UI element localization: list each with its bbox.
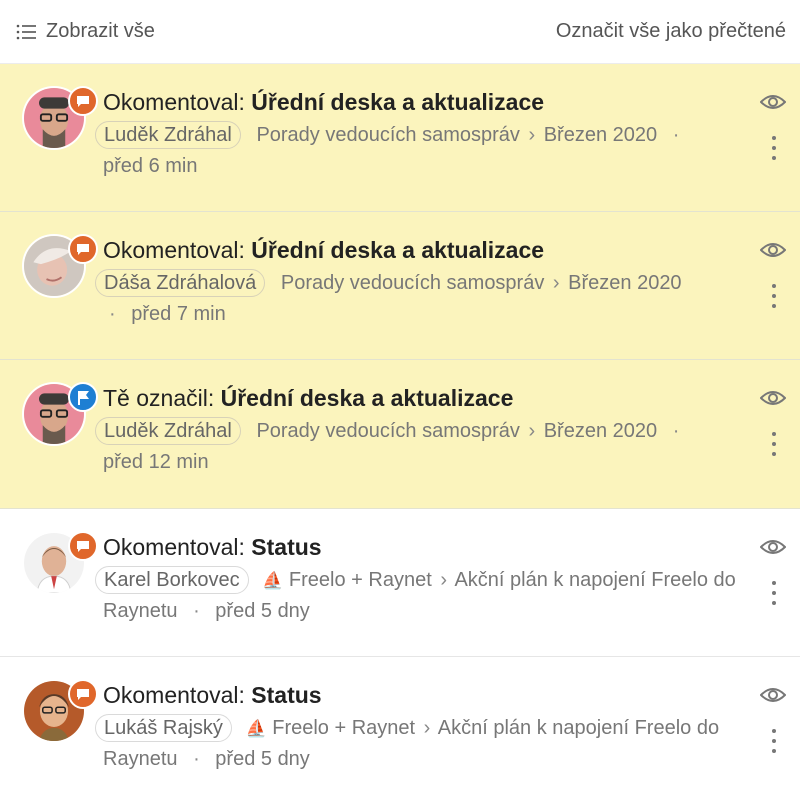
comment-icon xyxy=(77,688,89,700)
chevron-right-icon: › xyxy=(423,717,431,739)
sailboat-icon: ⛵ xyxy=(245,719,267,738)
action-text: Okomentoval: xyxy=(103,237,245,263)
notification-title[interactable]: Okomentoval: Úřední deska a aktualizace xyxy=(103,234,740,266)
more-options-icon[interactable] xyxy=(770,136,778,160)
mention-badge xyxy=(68,382,98,412)
notification-item[interactable]: Okomentoval: Úřední deska a aktualizace … xyxy=(0,212,800,360)
subject-text: Status xyxy=(251,534,322,560)
notification-content: Okomentoval: Status Lukáš Rajský ⛵ Freel… xyxy=(95,679,740,775)
action-text: Okomentoval: xyxy=(103,682,245,708)
flag-icon xyxy=(78,390,89,405)
action-text: Okomentoval: xyxy=(103,89,245,115)
notification-item[interactable]: Tě označil: Úřední deska a aktualizace L… xyxy=(0,360,800,509)
chevron-right-icon: › xyxy=(528,420,536,442)
eye-icon[interactable] xyxy=(760,388,786,408)
path-project[interactable]: Freelo + Raynet xyxy=(289,569,432,591)
author-chip[interactable]: Lukáš Rajský xyxy=(95,714,232,742)
notification-item[interactable]: Okomentoval: Status Lukáš Rajský ⛵ Freel… xyxy=(0,657,800,801)
author-chip[interactable]: Luděk Zdráhal xyxy=(95,121,241,149)
comment-badge xyxy=(68,86,98,116)
comment-icon xyxy=(77,243,89,255)
notification-meta: Luděk Zdráhal Porady vedoucích samospráv… xyxy=(95,416,740,478)
chevron-right-icon: › xyxy=(440,569,448,591)
notification-meta: Dáša Zdráhalová Porady vedoucích samospr… xyxy=(95,268,740,330)
avatar-wrap xyxy=(22,531,98,595)
notification-meta: Karel Borkovec ⛵ Freelo + Raynet › Akční… xyxy=(95,565,740,627)
more-options-icon[interactable] xyxy=(770,581,778,605)
list-icon xyxy=(16,24,36,39)
notification-content: Okomentoval: Status Karel Borkovec ⛵ Fre… xyxy=(95,531,740,627)
notification-title[interactable]: Okomentoval: Úřední deska a aktualizace xyxy=(103,86,740,118)
separator-dot: · xyxy=(109,303,116,325)
timestamp: před 6 min xyxy=(103,155,198,177)
notification-item[interactable]: Okomentoval: Status Karel Borkovec ⛵ Fre… xyxy=(0,509,800,657)
author-chip[interactable]: Dáša Zdráhalová xyxy=(95,269,266,297)
chevron-right-icon: › xyxy=(528,124,536,146)
eye-icon[interactable] xyxy=(760,685,786,705)
notification-title[interactable]: Okomentoval: Status xyxy=(103,679,740,711)
avatar-wrap xyxy=(22,234,98,298)
subject-text: Status xyxy=(251,682,322,708)
notification-meta: Lukáš Rajský ⛵ Freelo + Raynet › Akční p… xyxy=(95,713,740,775)
notification-item[interactable]: Okomentoval: Úřední deska a aktualizace … xyxy=(0,64,800,212)
notification-content: Tě označil: Úřední deska a aktualizace L… xyxy=(95,382,740,478)
chevron-right-icon: › xyxy=(552,272,560,294)
comment-icon xyxy=(77,540,89,552)
comment-badge xyxy=(68,234,98,264)
author-chip[interactable]: Karel Borkovec xyxy=(95,566,249,594)
more-options-icon[interactable] xyxy=(770,284,778,308)
path-list[interactable]: Březen 2020 xyxy=(544,420,657,442)
sailboat-icon: ⛵ xyxy=(262,571,284,590)
show-all-button[interactable]: Zobrazit vše xyxy=(16,20,155,43)
path-list[interactable]: Březen 2020 xyxy=(544,124,657,146)
path-project[interactable]: Porady vedoucích samospráv xyxy=(246,124,519,146)
subject-text: Úřední deska a aktualizace xyxy=(251,89,545,115)
avatar-wrap xyxy=(22,679,98,743)
eye-icon[interactable] xyxy=(760,240,786,260)
timestamp: před 7 min xyxy=(131,303,226,325)
path-list[interactable]: Březen 2020 xyxy=(568,272,681,294)
timestamp: před 12 min xyxy=(103,451,209,473)
subject-text: Úřední deska a aktualizace xyxy=(220,385,514,411)
path-project[interactable]: Porady vedoucích samospráv xyxy=(246,420,519,442)
notification-title[interactable]: Tě označil: Úřední deska a aktualizace xyxy=(103,382,740,414)
notification-content: Okomentoval: Úřední deska a aktualizace … xyxy=(95,234,740,330)
separator-dot: · xyxy=(193,600,200,622)
separator-dot: · xyxy=(672,124,680,146)
separator-dot: · xyxy=(672,420,680,442)
separator-dot: · xyxy=(193,748,200,770)
author-chip[interactable]: Luděk Zdráhal xyxy=(95,417,241,445)
notification-content: Okomentoval: Úřední deska a aktualizace … xyxy=(95,86,740,182)
eye-icon[interactable] xyxy=(760,92,786,112)
mark-all-read-button[interactable]: Označit vše jako přečtené xyxy=(556,20,786,43)
notification-title[interactable]: Okomentoval: Status xyxy=(103,531,740,563)
timestamp: před 5 dny xyxy=(215,748,310,770)
comment-badge xyxy=(68,531,98,561)
eye-icon[interactable] xyxy=(760,537,786,557)
avatar-wrap xyxy=(22,86,98,150)
notification-meta: Luděk Zdráhal Porady vedoucích samospráv… xyxy=(95,120,740,182)
more-options-icon[interactable] xyxy=(770,729,778,753)
comment-icon xyxy=(77,95,89,107)
action-text: Okomentoval: xyxy=(103,534,245,560)
path-project[interactable]: Porady vedoucích samospráv xyxy=(271,272,544,294)
more-options-icon[interactable] xyxy=(770,432,778,456)
notifications-header: Zobrazit vše Označit vše jako přečtené xyxy=(0,0,800,64)
comment-badge xyxy=(68,679,98,709)
action-text: Tě označil: xyxy=(103,385,215,411)
show-all-label: Zobrazit vše xyxy=(46,20,155,42)
path-project[interactable]: Freelo + Raynet xyxy=(272,717,415,739)
subject-text: Úřední deska a aktualizace xyxy=(251,237,545,263)
timestamp: před 5 dny xyxy=(215,600,310,622)
avatar-wrap xyxy=(22,382,98,446)
